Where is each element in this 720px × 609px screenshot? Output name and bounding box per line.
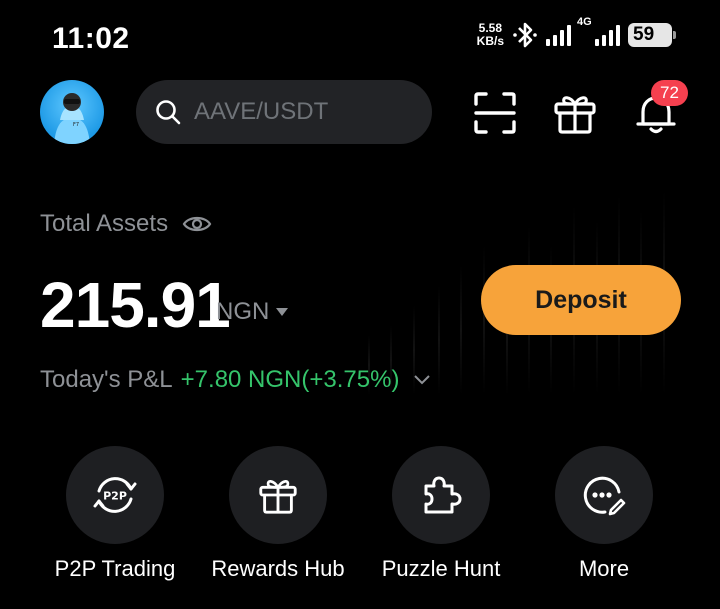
action-p2p-trading[interactable]: P2P P2P Trading <box>25 446 205 582</box>
action-label: P2P Trading <box>54 556 176 581</box>
action-more[interactable]: More <box>514 446 694 582</box>
total-assets-header: Total Assets <box>40 210 212 238</box>
gift-icon <box>259 480 297 514</box>
notification-badge: 72 <box>651 80 688 106</box>
signal-icon <box>546 24 571 46</box>
p2p-icon: P2P <box>93 477 137 513</box>
network-speed: 5.58 KB/s <box>476 21 504 48</box>
svg-text:P2P: P2P <box>103 490 127 503</box>
total-assets-amount: 215.91 <box>40 269 231 341</box>
svg-text:F7: F7 <box>73 122 79 128</box>
gift-icon[interactable] <box>552 90 598 136</box>
action-label: More <box>578 556 630 581</box>
todays-pnl[interactable]: Today's P&L +7.80 NGN(+3.75%) <box>40 366 431 394</box>
avatar-image: F7 <box>54 93 90 144</box>
avatar[interactable]: F7 <box>40 80 104 144</box>
currency-label: NGN <box>216 298 270 325</box>
search-icon <box>156 100 181 125</box>
status-icons: 5.58 KB/s 4G 59 <box>476 16 676 50</box>
eye-icon[interactable] <box>182 213 212 235</box>
pnl-value: +7.80 NGN(+3.75%) <box>180 366 400 393</box>
search-bar[interactable]: AAVE/USDT <box>136 80 432 144</box>
action-rewards-hub[interactable]: Rewards Hub <box>188 446 368 582</box>
pnl-label: Today's P&L <box>40 366 173 393</box>
action-label: Puzzle Hunt <box>381 556 501 581</box>
action-puzzle-hunt[interactable]: Puzzle Hunt <box>351 446 531 582</box>
status-time: 11:02 <box>52 22 130 55</box>
scan-icon[interactable] <box>472 90 518 136</box>
total-assets-label: Total Assets <box>40 210 169 237</box>
search-placeholder: AAVE/USDT <box>194 98 329 125</box>
battery-icon: 59 <box>628 23 676 47</box>
lte-signal-icon: 4G <box>577 16 620 46</box>
caret-down-icon <box>276 308 289 316</box>
puzzle-icon <box>424 476 462 514</box>
currency-selector[interactable]: NGN <box>216 298 289 326</box>
deposit-button[interactable]: Deposit <box>481 265 681 335</box>
more-icon <box>583 476 626 516</box>
action-label: Rewards Hub <box>211 556 345 581</box>
bluetooth-icon <box>513 22 537 48</box>
chevron-down-icon <box>414 375 431 385</box>
